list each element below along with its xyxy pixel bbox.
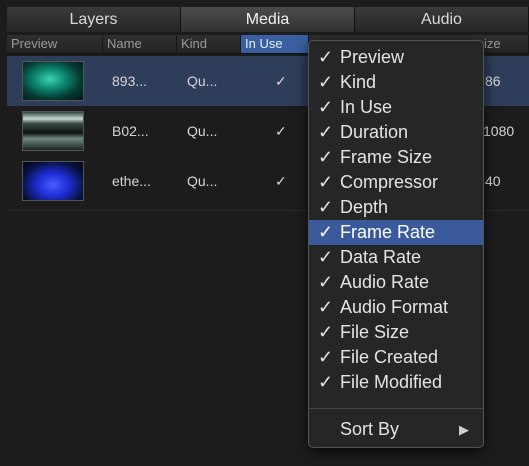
- menu-item-sort-by[interactable]: Sort By ▶: [309, 417, 483, 442]
- menu-item-label: Sort By: [340, 419, 400, 439]
- menu-item-data-rate[interactable]: ✓ Data Rate: [309, 245, 483, 270]
- checkmark-icon: ✓: [318, 347, 334, 367]
- preview-thumbnail: [22, 161, 84, 201]
- column-header-kind[interactable]: Kind: [177, 35, 241, 53]
- checkmark-icon: ✓: [318, 47, 334, 67]
- checkmark-icon: ✓: [318, 122, 334, 142]
- menu-item-label: Audio Rate: [340, 272, 430, 292]
- size-cell: 86: [485, 73, 501, 89]
- column-visibility-menu: ✓ Preview ✓ Kind ✓ In Use ✓ Duration ✓ Frame …: [308, 40, 484, 448]
- kind-cell: Qu...: [187, 73, 218, 89]
- menu-item-audio-rate[interactable]: ✓ Audio Rate: [309, 270, 483, 295]
- column-header-in-use[interactable]: In Use: [241, 35, 309, 53]
- menu-item-file-modified[interactable]: ✓ File Modified: [309, 370, 483, 395]
- menu-separator: [309, 408, 483, 409]
- menu-item-file-size[interactable]: ✓ File Size: [309, 320, 483, 345]
- tab-audio[interactable]: Audio: [355, 7, 529, 32]
- name-cell: ethe...: [112, 173, 151, 189]
- submenu-arrow-icon: ▶: [459, 422, 469, 437]
- menu-item-preview[interactable]: ✓ Preview: [309, 45, 483, 70]
- menu-item-label: Preview: [340, 47, 405, 67]
- menu-item-label: Duration: [340, 122, 409, 142]
- kind-cell: Qu...: [187, 123, 218, 139]
- menu-item-label: Audio Format: [340, 297, 449, 317]
- size-cell: 40: [485, 173, 501, 189]
- checkmark-icon: ✓: [318, 322, 334, 342]
- kind-cell: Qu...: [187, 173, 218, 189]
- name-cell: 893...: [112, 73, 148, 89]
- menu-item-label: File Size: [340, 322, 410, 342]
- checkmark-icon: ✓: [318, 97, 334, 117]
- checkmark-icon: ✓: [318, 72, 334, 92]
- tab-layers[interactable]: Layers: [7, 7, 181, 32]
- tab-bar: Layers Media Audio: [7, 7, 529, 32]
- checkmark-icon: ✓: [318, 372, 334, 392]
- menu-item-label: File Modified: [340, 372, 443, 392]
- checkmark-icon: ✓: [318, 297, 334, 317]
- tab-media[interactable]: Media: [181, 7, 355, 32]
- preview-thumbnail: [22, 61, 84, 101]
- checkmark-icon: ✓: [318, 272, 334, 292]
- in-use-checkmark: ✓: [275, 123, 287, 139]
- menu-item-label: Data Rate: [340, 247, 422, 267]
- menu-item-duration[interactable]: ✓ Duration: [309, 120, 483, 145]
- menu-item-label: Kind: [340, 72, 377, 92]
- menu-item-label: In Use: [340, 97, 393, 117]
- checkmark-icon: ✓: [318, 197, 334, 217]
- in-use-checkmark: ✓: [275, 73, 287, 89]
- menu-item-label: Compressor: [340, 172, 439, 192]
- menu-item-depth[interactable]: ✓ Depth: [309, 195, 483, 220]
- menu-item-frame-rate[interactable]: ✓ Frame Rate: [309, 220, 483, 245]
- menu-item-compressor[interactable]: ✓ Compressor: [309, 170, 483, 195]
- column-header-preview[interactable]: Preview: [7, 35, 103, 53]
- checkmark-icon: ✓: [318, 147, 334, 167]
- checkmark-icon: ✓: [318, 172, 334, 192]
- preview-thumbnail: [22, 111, 84, 151]
- menu-item-label: Depth: [340, 197, 389, 217]
- menu-item-file-created[interactable]: ✓ File Created: [309, 345, 483, 370]
- name-cell: B02...: [112, 123, 149, 139]
- menu-item-frame-size[interactable]: ✓ Frame Size: [309, 145, 483, 170]
- in-use-checkmark: ✓: [275, 173, 287, 189]
- menu-item-label: Frame Rate: [340, 222, 436, 242]
- menu-item-label: Frame Size: [340, 147, 433, 167]
- menu-item-in-use[interactable]: ✓ In Use: [309, 95, 483, 120]
- menu-item-audio-format[interactable]: ✓ Audio Format: [309, 295, 483, 320]
- media-inspector: Layers Media Audio Preview Name Kind In …: [0, 0, 529, 466]
- column-header-name[interactable]: Name: [103, 35, 177, 53]
- menu-item-kind[interactable]: ✓ Kind: [309, 70, 483, 95]
- checkmark-icon: ✓: [318, 222, 334, 242]
- checkmark-icon: ✓: [318, 247, 334, 267]
- menu-item-label: File Created: [340, 347, 439, 367]
- size-cell: 1080: [483, 123, 515, 139]
